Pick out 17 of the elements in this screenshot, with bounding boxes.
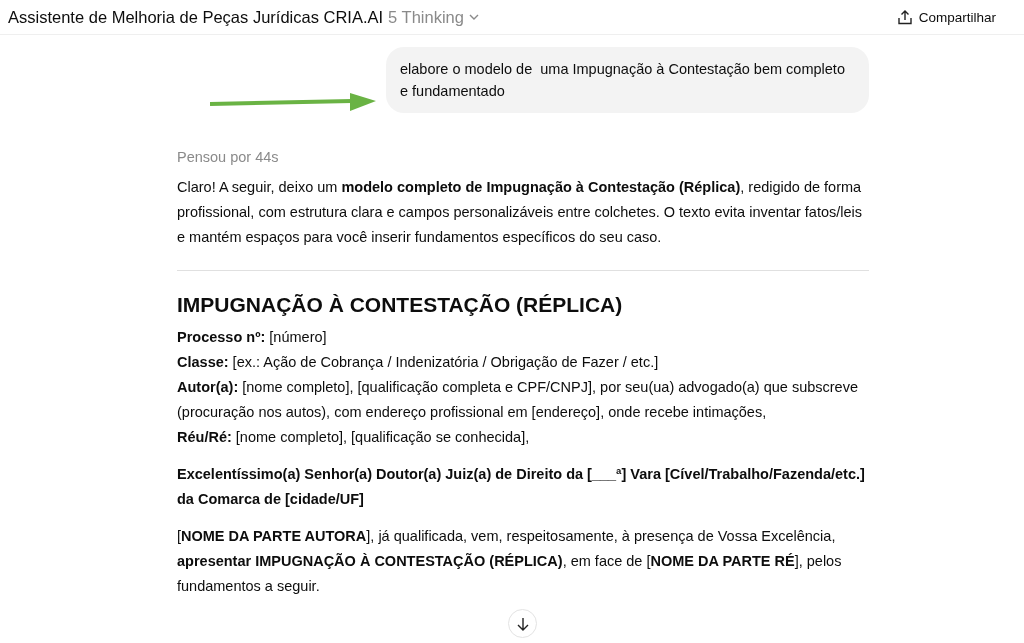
chat-title: Assistente de Melhoria de Peças Jurídicas CRIA.AI — [8, 7, 384, 27]
case-field: Réu/Ré: [nome completo], [qualificação se conhecida], — [177, 425, 869, 450]
addressee-paragraph: Excelentíssimo(a) Senhor(a) Doutor(a) Juiz(a) de Direito da [___ª] Vara [Cível/Trabalho/Fazenda/etc.] da Comarca de [cidade/UF] — [177, 465, 866, 509]
opening-paragraph: [NOME DA PARTE AUTORA], já qualificada, vem, respeitosamente, à presença de Vossa Excelência, apresentar IMPUGNAÇÃO À CONTESTAÇÃO (RÉPLICA), em face de [NOME DA PARTE RÉ], pelos fundamentos a seguir. — [177, 527, 843, 596]
user-message: elabore o modelo de uma Impugnação à Contestação bem completo e fundamentado — [386, 47, 869, 113]
thought-duration[interactable]: Pensou por 44s — [177, 149, 869, 165]
case-field: Processo nº: [número] — [177, 325, 869, 350]
case-field: Autor(a): [nome completo], [qualificação completa e CPF/CNPJ], por seu(ua) advogado(a) que subscreve (procuração nos autos), com endereço profissional em [endereço], onde recebe intimações, — [177, 375, 869, 425]
case-field: Classe: [ex.: Ação de Cobrança / Indenizatória / Obrigação de Fazer / etc.] — [177, 350, 869, 375]
scroll-down-button[interactable] — [508, 609, 537, 638]
intro-paragraph: Claro! A seguir, deixo um modelo completo de Impugnação à Contestação (Réplica), redigido de forma profissional, com estrutura clara e campos personalizáveis entre colchetes. O texto evita inventar fatos/leis e mantém espaços para você inserir fundamentos específicos do seu caso. — [177, 178, 864, 247]
chevron-down-icon — [468, 14, 479, 20]
document-heading: IMPUGNAÇÃO À CONTESTAÇÃO (RÉPLICA) — [177, 292, 624, 318]
arrow-down-icon — [516, 616, 529, 631]
share-icon — [897, 9, 912, 25]
model-selector[interactable]: 5 Thinking — [388, 7, 479, 27]
share-button[interactable]: Compartilhar — [897, 5, 996, 29]
